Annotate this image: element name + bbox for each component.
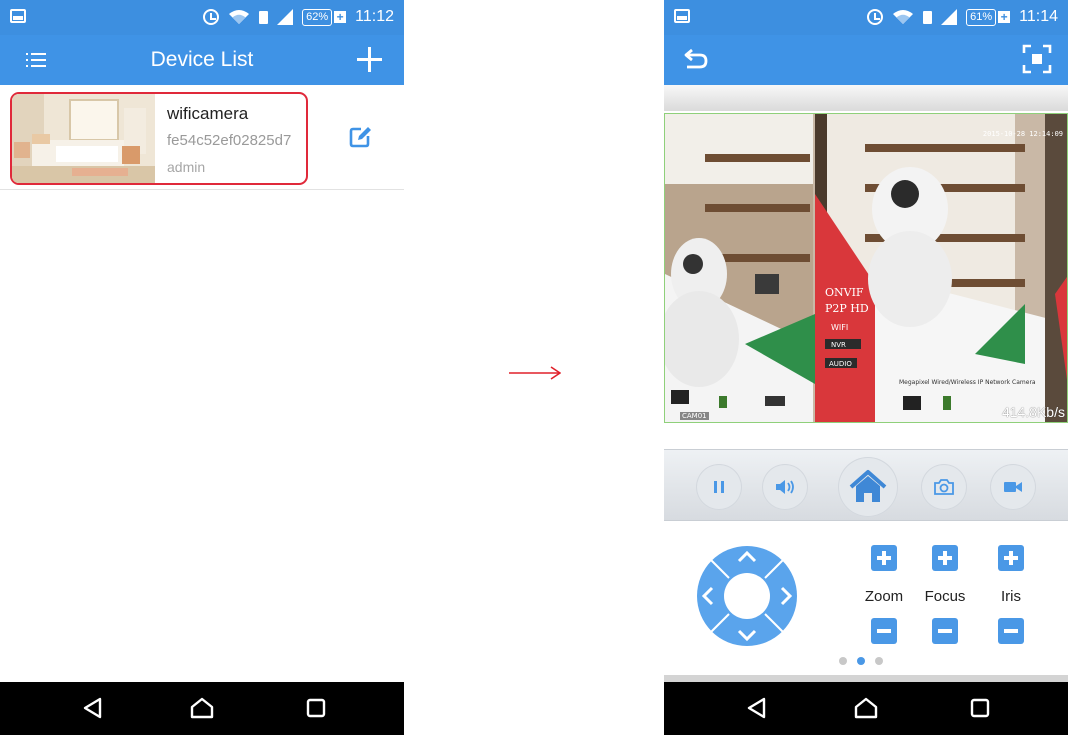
app-bar <box>664 35 1068 85</box>
wifi-icon <box>228 9 250 25</box>
video-header-strip <box>664 85 1068 111</box>
page-dot <box>839 657 847 665</box>
recent-apps-icon[interactable] <box>967 696 993 720</box>
sim-icon <box>259 10 269 24</box>
device-thumbnail <box>12 94 155 183</box>
device-name: wificamera <box>167 104 249 123</box>
audio-text: AUDIO <box>829 360 852 368</box>
zoom-in-button[interactable] <box>871 545 897 571</box>
house-icon <box>849 470 887 502</box>
android-nav-bar <box>0 682 404 735</box>
notification-icon <box>674 9 690 23</box>
status-bar: 61% + 11:14 <box>664 0 1068 35</box>
list-divider <box>0 189 404 190</box>
battery-indicator: 62% <box>302 8 333 26</box>
status-bar: 62% + 11:12 <box>0 0 404 35</box>
back-arrow-icon[interactable] <box>681 48 709 72</box>
zoom-out-button[interactable] <box>871 618 897 644</box>
video-frame: ONVIF P2P HD WIFI NVR AUDIO Megapixel Wi… <box>665 114 1067 422</box>
pause-button[interactable] <box>696 464 742 510</box>
wifi-icon <box>892 9 914 25</box>
status-time: 11:14 <box>1019 8 1058 25</box>
app-bar: Device List <box>0 35 404 85</box>
audio-button[interactable] <box>762 464 808 510</box>
alarm-icon <box>203 9 220 25</box>
iris-label: Iris <box>1001 588 1021 605</box>
snapshot-button[interactable] <box>921 464 967 510</box>
recent-apps-icon[interactable] <box>303 696 329 720</box>
camera-label: CAM01 <box>680 412 709 420</box>
camera-icon <box>934 479 954 495</box>
p2p-text: P2P HD <box>825 302 869 315</box>
zoom-label: Zoom <box>864 588 904 605</box>
signal-icon <box>277 9 294 25</box>
iris-open-button[interactable] <box>998 545 1024 571</box>
bottom-divider <box>664 675 1068 682</box>
comparison-canvas: 62% + 11:12 Device List wificamera fe54c… <box>0 0 1068 735</box>
onvif-text: ONVIF <box>825 286 864 299</box>
focus-label: Focus <box>924 588 966 605</box>
live-view-screen: 61% + 11:14 ONVIF P2P HD WIFI NVR AUDIO … <box>664 0 1068 735</box>
playback-controls <box>664 449 1068 521</box>
plus-icon[interactable] <box>357 47 382 72</box>
page-indicator <box>839 657 883 665</box>
box-caption: Megapixel Wired/Wireless IP Network Came… <box>899 379 1036 386</box>
signal-icon <box>941 9 958 25</box>
back-icon[interactable] <box>744 696 770 720</box>
sim-icon <box>923 10 933 24</box>
focus-in-button[interactable] <box>932 545 958 571</box>
ptz-direction-pad[interactable] <box>696 545 798 647</box>
alarm-icon <box>867 9 884 25</box>
focus-out-button[interactable] <box>932 618 958 644</box>
iris-close-button[interactable] <box>998 618 1024 644</box>
charging-icon: + <box>998 11 1011 23</box>
edit-icon[interactable] <box>348 125 372 149</box>
home-icon[interactable] <box>189 696 215 720</box>
page-title: Device List <box>150 48 254 71</box>
charging-icon: + <box>334 11 347 23</box>
android-nav-bar <box>664 682 1068 735</box>
home-view-button[interactable] <box>838 457 898 517</box>
battery-indicator: 61% <box>966 8 997 26</box>
status-time: 11:12 <box>355 8 394 25</box>
video-timestamp: 2015-10-28 12:14:09 <box>982 130 1063 138</box>
video-camera-icon <box>1004 482 1022 492</box>
record-button[interactable] <box>990 464 1036 510</box>
device-list-item[interactable]: wificamera fe54c52ef02825d7 admin <box>10 92 308 185</box>
nvr-text: NVR <box>831 341 846 349</box>
bitrate-readout: 414.8Kb/s <box>1001 404 1065 420</box>
live-video-feed[interactable]: ONVIF P2P HD WIFI NVR AUDIO Megapixel Wi… <box>664 113 1068 423</box>
back-icon[interactable] <box>80 696 106 720</box>
speaker-icon <box>776 480 794 494</box>
pause-icon <box>714 481 724 493</box>
notification-icon <box>10 9 26 23</box>
page-dot-active <box>857 657 865 665</box>
page-dot <box>875 657 883 665</box>
home-icon[interactable] <box>853 696 879 720</box>
fullscreen-icon[interactable] <box>1022 44 1052 74</box>
wifi-text: WIFI <box>831 323 848 332</box>
device-list-screen: 62% + 11:12 Device List wificamera fe54c… <box>0 0 404 735</box>
device-id: fe54c52ef02825d7 <box>167 132 292 149</box>
device-user: admin <box>167 159 206 175</box>
transition-arrow-icon <box>509 366 562 380</box>
